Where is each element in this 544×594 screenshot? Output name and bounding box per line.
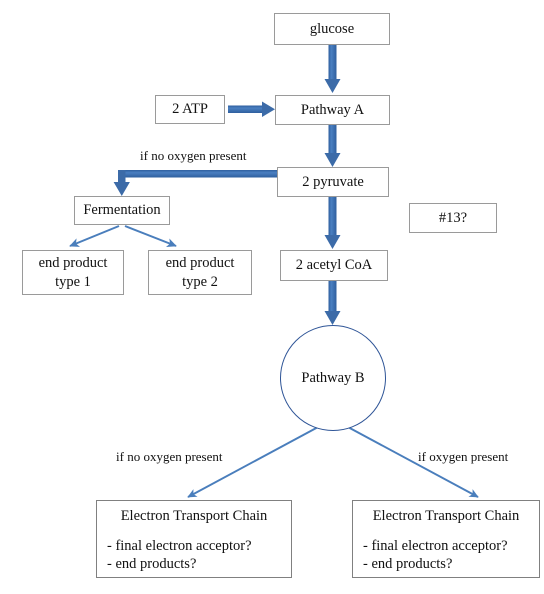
- node-fermentation[interactable]: Fermentation: [74, 196, 170, 225]
- node-question-13[interactable]: #13?: [409, 203, 497, 233]
- node-end-product-1-line2: type 1: [55, 273, 91, 290]
- node-end-product-2-line2: type 2: [182, 273, 218, 290]
- node-pathway-b[interactable]: Pathway B: [280, 325, 386, 431]
- node-pathway-a[interactable]: Pathway A: [275, 95, 390, 125]
- node-two-pyruvate-label: 2 pyruvate: [302, 173, 364, 190]
- node-etc-left-title: Electron Transport Chain: [120, 508, 268, 524]
- node-pathway-b-label: Pathway B: [301, 369, 365, 386]
- edge-pathway-a-to-two-pyruvate: [324, 125, 341, 167]
- node-etc-right-item-2: - end products?: [363, 555, 453, 572]
- node-fermentation-label: Fermentation: [83, 202, 161, 219]
- node-glucose-label: glucose: [309, 20, 355, 37]
- node-end-product-1-line1: end product: [38, 255, 108, 272]
- edge-two-pyruvate-to-fermentation: [113, 170, 278, 196]
- edge-label-no-oxygen-top: if no oxygen present: [140, 148, 247, 163]
- node-end-product-2[interactable]: end product type 2: [148, 250, 252, 295]
- edge-label-oxygen-bottom: if oxygen present: [418, 449, 509, 464]
- node-two-atp-label: 2 ATP: [172, 101, 208, 118]
- edge-two-atp-to-pathway-a: [228, 101, 275, 117]
- diagram-canvas: glucose 2 ATP Pathway A 2 pyruvate #13? …: [0, 0, 544, 594]
- node-glucose[interactable]: glucose: [274, 13, 390, 45]
- node-etc-right[interactable]: Electron Transport Chain - final electro…: [352, 500, 540, 578]
- node-two-pyruvate[interactable]: 2 pyruvate: [277, 167, 389, 197]
- node-end-product-2-line1: end product: [165, 255, 235, 272]
- node-two-acetyl-coa[interactable]: 2 acetyl CoA: [280, 250, 388, 281]
- node-end-product-1[interactable]: end product type 1: [22, 250, 124, 295]
- edge-fermentation-to-end-product-1: [69, 225, 120, 247]
- edge-label-no-oxygen-bottom: if no oxygen present: [116, 449, 223, 464]
- edge-glucose-to-pathway-a: [324, 45, 341, 93]
- node-two-acetyl-coa-label: 2 acetyl CoA: [295, 257, 373, 274]
- node-etc-left-item-2: - end products?: [107, 555, 197, 572]
- node-pathway-a-label: Pathway A: [300, 101, 365, 118]
- node-etc-right-title: Electron Transport Chain: [372, 508, 520, 524]
- edge-two-pyruvate-to-two-acetyl-coa: [324, 197, 341, 249]
- edge-two-acetyl-coa-to-pathway-b: [324, 281, 341, 325]
- node-two-atp[interactable]: 2 ATP: [155, 95, 225, 124]
- node-etc-right-item-1: - final electron acceptor?: [363, 538, 508, 554]
- node-question-13-label: #13?: [438, 209, 468, 226]
- node-etc-left[interactable]: Electron Transport Chain - final electro…: [96, 500, 292, 578]
- node-etc-left-item-1: - final electron acceptor?: [107, 538, 252, 554]
- edge-fermentation-to-end-product-2: [124, 225, 177, 247]
